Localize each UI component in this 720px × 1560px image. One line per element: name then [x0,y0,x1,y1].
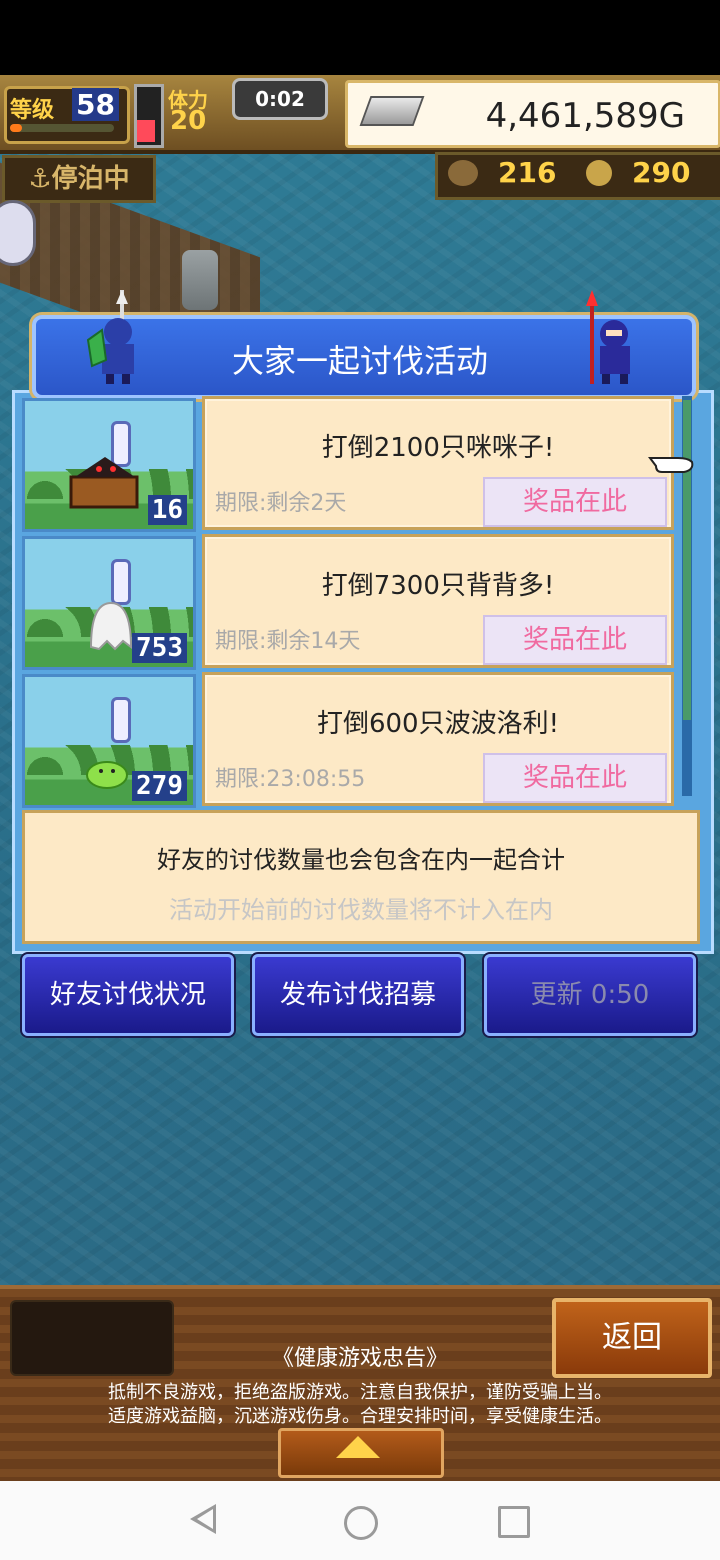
health-notice-line: 抵制不良游戏，拒绝盗版游戏。注意自我保护，谨防受骗上当。 [108,1382,612,1403]
nav-recent-icon[interactable] [498,1506,530,1538]
anchor-icon: ⚓ [28,164,52,194]
status-bar [0,0,720,75]
post-recruit-button[interactable]: 发布讨伐招募 [252,954,464,1036]
mimic-chest-icon [69,457,139,509]
prize-button[interactable]: 奖品在此 [483,477,667,527]
info-note-primary: 好友的讨伐数量也会包含在内一起合计 [157,846,565,874]
pointer-hand-icon [648,457,694,473]
quest-deadline: 期限:剩余14天 [215,629,361,654]
wood-icon [448,160,478,186]
quest-deadline: 期限:剩余2天 [215,491,347,516]
stamina-gauge-fill [137,120,155,142]
moored-label: 停泊中 [51,164,130,194]
defeat-count: 279 [132,771,187,801]
knight-left-icon [86,290,134,384]
nav-back-inner [197,1509,213,1529]
exclamation-icon [111,697,131,743]
side-menu-button[interactable] [0,200,36,266]
friends-status-button[interactable]: 好友讨伐状况 [22,954,234,1036]
coin-icon [586,160,612,186]
health-notice-title: 《健康游戏忠告》 [271,1346,448,1371]
moored-status: ⚓停泊中 [2,155,156,203]
quest-card[interactable]: 打倒7300只背背多! 期限:剩余14天 奖品在此 [202,534,674,668]
prize-button[interactable]: 奖品在此 [483,615,667,665]
lamp-post [182,250,218,310]
quest-image: 279 [22,674,196,808]
resource-1-value: 216 [498,156,557,189]
knight-right-icon [586,290,630,384]
ghost-icon [89,601,133,651]
stamina-value: 20 [170,106,207,136]
quest-card[interactable]: 打倒2100只咪咪子! 期限:剩余2天 奖品在此 [202,396,674,530]
refresh-button[interactable]: 更新 0:50 [484,954,696,1036]
slime-icon [86,761,128,789]
level-value: 58 [72,88,119,121]
quest-image: 753 [22,536,196,670]
health-notice-line: 适度游戏益脑，沉迷游戏伤身。合理安排时间，享受健康生活。 [108,1406,612,1427]
quest-image: 16 [22,398,196,532]
level-label: 等级 [10,98,55,123]
level-progress-track [10,124,114,132]
silver-bar-icon [359,96,425,126]
quest-title: 打倒600只波波洛利! [316,709,560,739]
quest-title: 打倒2100只咪咪子! [321,433,555,463]
info-note-secondary: 活动开始前的讨伐数量将不计入在内 [169,896,553,924]
defeat-count: 16 [147,495,187,525]
quest-deadline: 期限:23:08:55 [215,767,366,792]
quest-card[interactable]: 打倒600只波波洛利! 期限:23:08:55 奖品在此 [202,672,674,806]
resource-2-value: 290 [632,156,691,189]
quest-title: 打倒7300只背背多! [321,571,555,601]
level-progress-fill [10,124,22,132]
stamina-timer: 0:02 [232,78,328,120]
up-arrow-icon [336,1436,380,1458]
prize-button[interactable]: 奖品在此 [483,753,667,803]
gold-value: 4,461,589G [485,96,685,136]
nav-home-icon[interactable] [344,1506,378,1540]
defeat-count: 753 [132,633,187,663]
